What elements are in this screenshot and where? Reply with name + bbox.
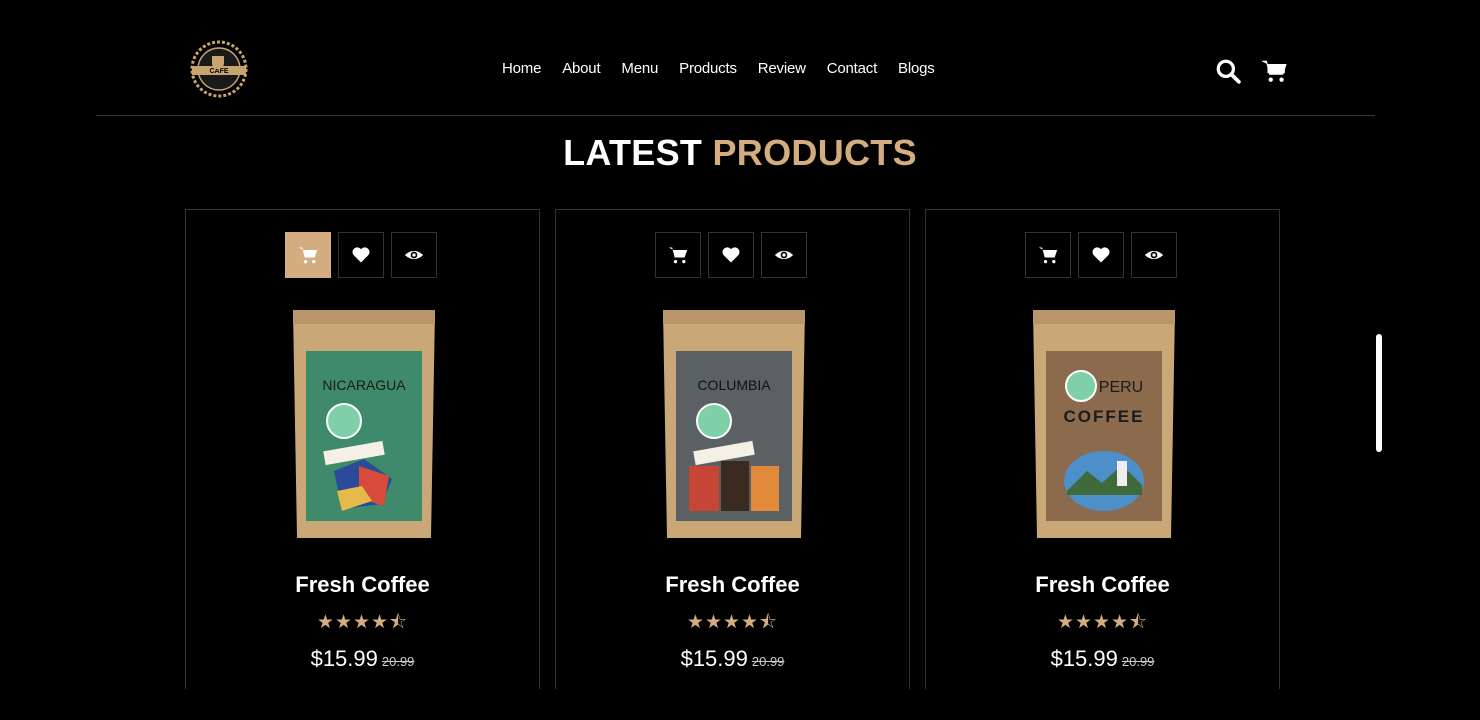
product-actions xyxy=(285,232,437,278)
heart-icon xyxy=(722,247,740,263)
product-image: NICARAGUA xyxy=(293,310,435,538)
heading-main: LATEST xyxy=(563,132,703,173)
bag-sublabel: COFFEE xyxy=(1064,407,1145,426)
heart-icon xyxy=(1092,247,1110,263)
product-image: PERU COFFEE xyxy=(1033,310,1175,538)
old-price: 20.99 xyxy=(381,654,415,669)
product-actions xyxy=(1025,232,1177,278)
nav-contact[interactable]: Contact xyxy=(827,60,877,77)
svg-text:CAFE: CAFE xyxy=(209,68,228,75)
main-nav: Home About Menu Products Review Contact … xyxy=(502,60,956,77)
old-price: 20.99 xyxy=(751,654,785,669)
cart-icon xyxy=(668,247,688,264)
quick-view-button[interactable] xyxy=(1131,232,1177,278)
star-icons: ★★★★⯪ xyxy=(686,612,779,633)
nav-blogs[interactable]: Blogs xyxy=(898,60,935,77)
product-actions xyxy=(655,232,807,278)
nav-review[interactable]: Review xyxy=(758,60,806,77)
current-price: $15.99 xyxy=(1050,646,1118,671)
nav-home[interactable]: Home xyxy=(502,60,541,77)
header-icons xyxy=(1215,58,1287,84)
nav-products[interactable]: Products xyxy=(679,60,737,77)
product-rating: ★★★★⯪ xyxy=(186,608,539,640)
product-title[interactable]: Fresh Coffee xyxy=(926,572,1279,598)
eye-icon xyxy=(404,250,424,260)
heading-accent: PRODUCTS xyxy=(712,132,917,173)
eye-icon xyxy=(1144,250,1164,260)
current-price: $15.99 xyxy=(310,646,378,671)
scrollbar-thumb[interactable] xyxy=(1376,334,1382,452)
search-icon[interactable] xyxy=(1215,58,1241,84)
add-to-cart-button[interactable] xyxy=(285,232,331,278)
nav-about[interactable]: About xyxy=(562,60,600,77)
current-price: $15.99 xyxy=(680,646,748,671)
wishlist-button[interactable] xyxy=(708,232,754,278)
add-to-cart-button[interactable] xyxy=(655,232,701,278)
star-icons: ★★★★⯪ xyxy=(1056,612,1149,633)
add-to-cart-button[interactable] xyxy=(1025,232,1071,278)
cart-icon[interactable] xyxy=(1261,58,1287,84)
product-card: COLUMBIA Fresh Coffee ★★★★⯪ $15.99 20.99 xyxy=(555,209,910,689)
cart-icon xyxy=(298,247,318,264)
product-price: $15.99 20.99 xyxy=(186,646,539,672)
quick-view-button[interactable] xyxy=(391,232,437,278)
quick-view-button[interactable] xyxy=(761,232,807,278)
product-title[interactable]: Fresh Coffee xyxy=(186,572,539,598)
product-title[interactable]: Fresh Coffee xyxy=(556,572,909,598)
wishlist-button[interactable] xyxy=(1078,232,1124,278)
site-header: CAFE Home About Menu Products Review Con… xyxy=(96,0,1375,116)
wishlist-button[interactable] xyxy=(338,232,384,278)
cafe-logo-icon[interactable]: CAFE xyxy=(184,38,254,100)
product-price: $15.99 20.99 xyxy=(556,646,909,672)
bag-label: NICARAGUA xyxy=(322,377,406,393)
bag-label: PERU xyxy=(1099,379,1143,396)
product-price: $15.99 20.99 xyxy=(926,646,1279,672)
star-icons: ★★★★⯪ xyxy=(316,612,409,633)
product-card: NICARAGUA Fresh Coffee ★★★★⯪ $15.99 20.99 xyxy=(185,209,540,689)
cart-icon xyxy=(1038,247,1058,264)
product-rating: ★★★★⯪ xyxy=(926,608,1279,640)
product-card: PERU COFFEE Fresh Coffee ★★★★⯪ $15.99 20.… xyxy=(925,209,1280,689)
product-grid: NICARAGUA Fresh Coffee ★★★★⯪ $15.99 20.99 xyxy=(185,209,1280,689)
nav-menu[interactable]: Menu xyxy=(621,60,658,77)
product-rating: ★★★★⯪ xyxy=(556,608,909,640)
eye-icon xyxy=(774,250,794,260)
heart-icon xyxy=(352,247,370,263)
old-price: 20.99 xyxy=(1121,654,1155,669)
product-image: COLUMBIA xyxy=(663,310,805,538)
bag-label: COLUMBIA xyxy=(697,377,771,393)
section-heading: LATEST PRODUCTS xyxy=(0,132,1480,174)
